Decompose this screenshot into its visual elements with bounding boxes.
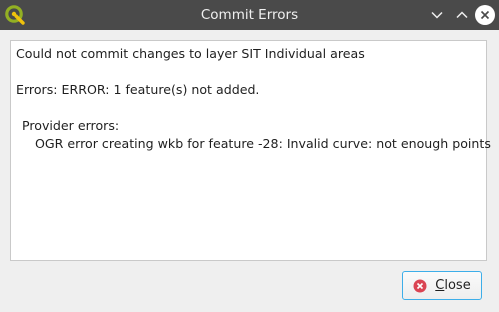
- close-icon: [480, 10, 490, 20]
- maximize-button[interactable]: [452, 5, 472, 25]
- error-message-area[interactable]: Could not commit changes to layer SIT In…: [10, 40, 491, 261]
- provider-error-detail: OGR error creating wkb for feature -28: …: [35, 136, 491, 151]
- minimize-button[interactable]: [427, 5, 447, 25]
- minimize-icon: [431, 11, 443, 19]
- commit-failure-message: Could not commit changes to layer SIT In…: [16, 46, 365, 61]
- qgis-logo-icon: [4, 4, 26, 26]
- close-button-label: Close: [435, 278, 470, 293]
- commit-errors-dialog: Commit Errors Could not commit changes t…: [0, 0, 499, 312]
- window-title: Commit Errors: [200, 7, 299, 23]
- title-bar[interactable]: Commit Errors: [0, 0, 499, 30]
- close-button[interactable]: Close: [402, 271, 482, 300]
- window-close-button[interactable]: [475, 5, 495, 25]
- maximize-icon: [456, 11, 468, 19]
- provider-errors-heading: Provider errors:: [22, 118, 120, 133]
- close-circle-icon: [413, 279, 427, 292]
- close-mnemonic: C: [435, 278, 445, 293]
- errors-summary: Errors: ERROR: 1 feature(s) not added.: [16, 82, 260, 97]
- close-label-rest: lose: [444, 278, 471, 293]
